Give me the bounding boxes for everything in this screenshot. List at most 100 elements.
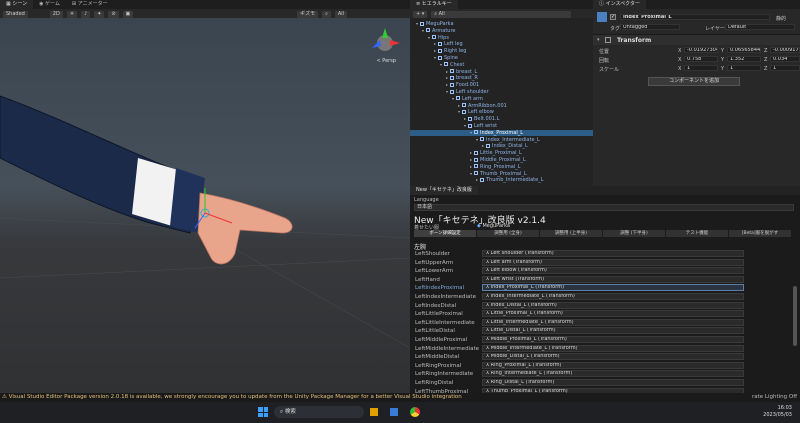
hierarchy-row[interactable]: ▾ Left arm (452, 96, 483, 102)
subtab-2[interactable]: 調整用 (上半身) (540, 230, 602, 237)
bone-transform-field[interactable]: ⅄ Middle_Intermediate_L (Transform) (482, 344, 744, 352)
windows-start-icon[interactable] (258, 407, 268, 417)
bone-transform-field[interactable]: ⅄ Index_Proximal_L (Transform) (482, 284, 744, 292)
hierarchy-row[interactable]: ▸ Thumb_Intermediate_L (476, 177, 543, 183)
orientation-gizmo[interactable] (372, 28, 400, 51)
hidden-toggle-icon[interactable]: ⊘ (108, 11, 119, 18)
subtab-5[interactable]: [Beta]服を脱がす (729, 230, 791, 237)
bone-name-label: LeftMiddleProximal (415, 337, 468, 343)
tab-kisetene[interactable]: New「キセテネ」改良版 (410, 186, 478, 195)
layer-dropdown[interactable]: Default (725, 24, 795, 30)
hierarchy-row[interactable]: ▾ Index_Proximal_L (410, 129, 593, 136)
hierarchy-row[interactable]: ▾ Index_Intermediate_L (476, 137, 540, 143)
toggle-2d-button[interactable]: 2D (49, 11, 63, 18)
hierarchy-row[interactable]: ▾ Left elbow (458, 109, 494, 115)
camera-icon[interactable]: ▣ (122, 11, 134, 18)
bone-list-scrollbar[interactable] (793, 286, 797, 346)
scale-z-field[interactable]: 1 (770, 65, 800, 71)
hierarchy-row[interactable]: ▸ Right leg (434, 48, 466, 54)
hierarchy-row[interactable]: ▾ Hips (428, 35, 449, 41)
rotation-z-field[interactable]: 0.034 (770, 56, 800, 62)
hierarchy-row[interactable]: ▸ ArmRibbon.001 (458, 103, 507, 109)
bone-transform-field[interactable]: ⅄ Index_Distal_L (Transform) (482, 301, 744, 309)
scale-x-field[interactable]: 1 (684, 65, 718, 71)
subtab-1[interactable]: 調整用 (全身) (477, 230, 539, 237)
bone-transform-field[interactable]: ⅄ Ring_Intermediate_L (Transform) (482, 370, 744, 378)
bone-transform-field[interactable]: ⅄ Little_Proximal_L (Transform) (482, 310, 744, 318)
hierarchy-row[interactable]: ▾ MeguParka (416, 21, 454, 27)
bone-transform-field[interactable]: ⅄ Middle_Proximal_L (Transform) (482, 336, 744, 343)
bone-transform-field[interactable]: ⅄ Middle_Distal_L (Transform) (482, 353, 744, 361)
hierarchy-row[interactable]: ▾ Left wrist (464, 123, 497, 129)
hierarchy-row[interactable]: ▸ Food.001 (446, 82, 479, 88)
object-name-field[interactable]: Index_Proximal_L (620, 14, 770, 20)
hierarchy-row[interactable]: ▸ Little_Proximal_L (470, 150, 522, 156)
taskbar-clock[interactable]: 16:03 2023/05/03 (763, 405, 792, 419)
hierarchy-row[interactable]: ▸ Ring_Proximal_L (470, 164, 520, 170)
transform-header[interactable]: ▾ Transform (593, 34, 800, 45)
shading-dropdown[interactable]: Shaded (3, 11, 28, 18)
tag-dropdown[interactable]: Untagged (620, 24, 680, 30)
hierarchy-row[interactable]: ▾ Spine (434, 55, 458, 61)
target-object-field[interactable]: ◆ MeguParka (477, 223, 597, 230)
bone-transform-field[interactable]: ⅄ Ring_Distal_L (Transform) (482, 379, 744, 386)
gameobject-cube-icon (450, 89, 454, 94)
position-y-field[interactable]: 0.06565844 (727, 47, 761, 53)
lighting-toggle-icon[interactable]: ☀ (66, 11, 78, 18)
rotation-y-field[interactable]: 1.352 (727, 56, 761, 62)
chrome-icon[interactable] (410, 407, 420, 417)
hierarchy-row-label: Left elbow (468, 109, 494, 116)
subtab-0[interactable]: ボーン詳細設定 (414, 230, 476, 237)
taskbar-search-box[interactable]: ⌕ 検索 (274, 406, 364, 418)
bone-transform-field[interactable]: ⅄ Left arm (Transform) (482, 258, 744, 266)
bone-transform-value: Index_Intermediate_L (Transform) (490, 293, 575, 299)
bone-name-label: LeftRingIntermediate (415, 371, 474, 378)
subtab-4[interactable]: テスト機能 (666, 230, 728, 237)
bone-transform-field[interactable]: ⅄ Little_Intermediate_L (Transform) (482, 318, 744, 326)
position-z-field[interactable]: -0.00091747 (770, 47, 800, 53)
bone-transform-field[interactable]: ⅄ Index_Intermediate_L (Transform) (482, 293, 744, 300)
tab-hierarchy[interactable]: ≡ ヒエラルキー (410, 0, 458, 9)
hierarchy-row[interactable]: ▸ Index_Distal_L (482, 143, 528, 149)
bone-transform-field[interactable]: ⅄ Ring_Proximal_L (Transform) (482, 361, 744, 369)
language-dropdown[interactable]: 日本語 (414, 204, 794, 211)
gameobject-cube-icon (468, 116, 472, 121)
persp-label[interactable]: < Persp (376, 58, 396, 64)
tab-inspector[interactable]: ⓘ インスペクター (593, 0, 646, 9)
bone-transform-field[interactable]: ⅄ Left wrist (Transform) (482, 275, 744, 283)
status-bar[interactable]: ⚠ Visual Studio Editor Package version 2… (0, 393, 800, 402)
position-x-field[interactable]: -0.01927304 (684, 47, 718, 53)
hierarchy-row[interactable]: ▾ Chest (440, 62, 464, 68)
tab-scene[interactable]: ▦ シーン (0, 0, 34, 9)
bone-transform-field[interactable]: ⅄ Left shoulder (Transform) (482, 250, 744, 257)
tab-animator[interactable]: ⊞ アニメーター (66, 0, 114, 9)
hierarchy-row[interactable]: ▸ Middle_Proximal_L (470, 157, 526, 163)
bone-transform-field[interactable]: ⅄ Left elbow (Transform) (482, 267, 744, 275)
subtab-3[interactable]: 調整 (下半身) (603, 230, 665, 237)
tab-game[interactable]: ◉ ゲーム (33, 0, 66, 9)
hierarchy-row[interactable]: ▸ breast_L (446, 69, 477, 75)
add-object-button[interactable]: + ▾ (413, 11, 428, 18)
scene-viewport[interactable]: < Persp (0, 18, 410, 393)
hierarchy-row[interactable]: ▸ breast_R (446, 75, 478, 81)
scene-search-input[interactable]: All (334, 11, 348, 18)
file-explorer-icon[interactable] (370, 408, 378, 416)
hierarchy-row[interactable]: ▸ Belt.001.L (464, 116, 499, 122)
static-toggle[interactable]: 静的 (776, 15, 786, 22)
hierarchy-search-input[interactable]: ⌕ All (431, 11, 572, 18)
hierarchy-row[interactable]: ▸ Left leg (434, 41, 463, 47)
audio-toggle-icon[interactable]: ♪ (81, 11, 91, 18)
hierarchy-row[interactable]: ▾ Thumb_Proximal_L (470, 171, 527, 177)
rotation-x-field[interactable]: 0.758 (684, 56, 718, 62)
add-component-button[interactable]: コンポーネントを追加 (648, 77, 740, 86)
bone-transform-field[interactable]: ⅄ Little_Distal_L (Transform) (482, 327, 744, 335)
scale-y-field[interactable]: 1 (727, 65, 761, 71)
hierarchy-row[interactable]: ▾ Armature (422, 28, 455, 34)
store-icon[interactable] (390, 408, 398, 416)
hierarchy-row[interactable]: ▾ Left shoulder (446, 89, 489, 95)
search-icon[interactable]: ⌕ (322, 11, 331, 18)
gizmos-dropdown[interactable]: ギズモ (297, 11, 319, 18)
bone-row: LeftShoulder ⅄ Left shoulder (Transform) (415, 250, 795, 258)
effects-toggle-icon[interactable]: ✦ (94, 11, 105, 18)
active-checkbox[interactable]: ✓ (610, 14, 616, 20)
